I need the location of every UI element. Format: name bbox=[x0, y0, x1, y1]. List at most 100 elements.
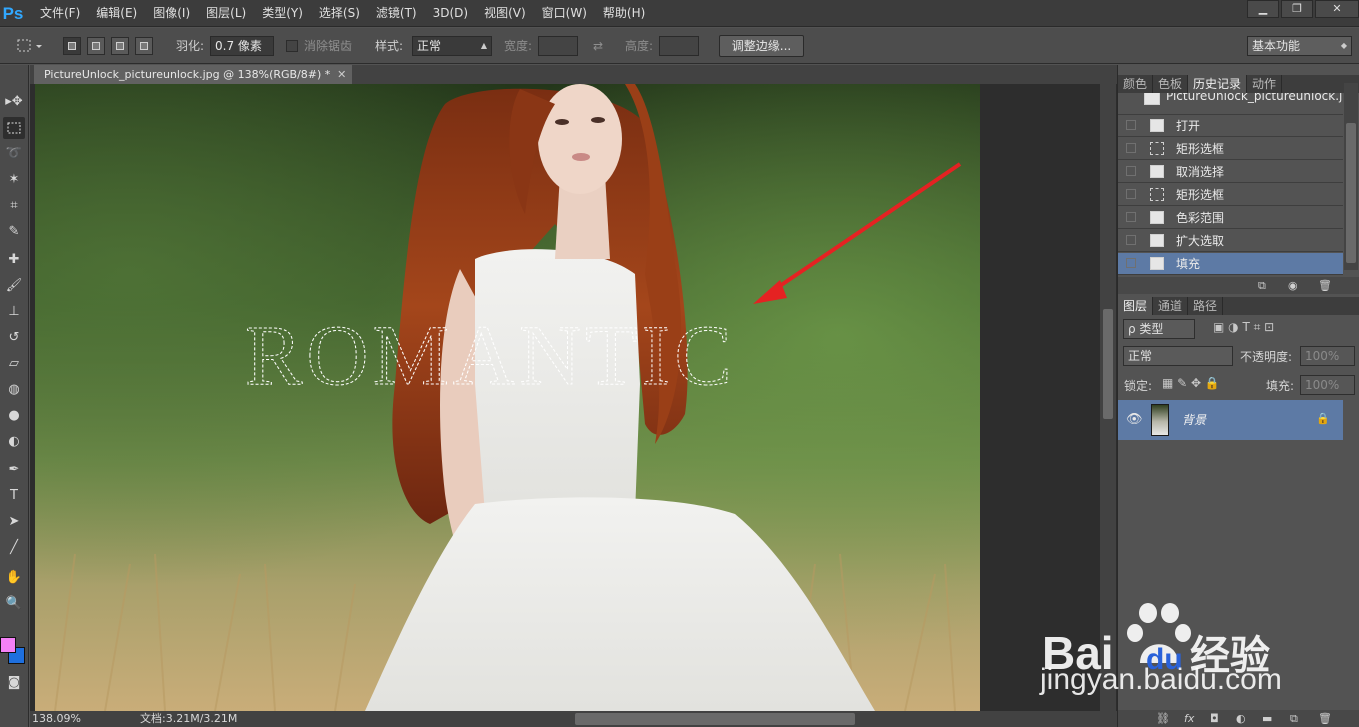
move-tool-icon[interactable]: ▸✥ bbox=[3, 91, 25, 113]
path-selection-tool-icon[interactable]: ➤ bbox=[3, 511, 25, 533]
clone-stamp-tool-icon[interactable]: ⊥ bbox=[3, 301, 25, 323]
history-brush-tool-icon[interactable]: ↺ bbox=[3, 327, 25, 349]
workspace-select[interactable]: 基本功能 ◆ bbox=[1247, 36, 1352, 56]
add-selection-icon[interactable] bbox=[87, 37, 105, 55]
menu-edit[interactable]: 编辑(E) bbox=[96, 0, 145, 27]
crop-tool-icon[interactable]: ⌗ bbox=[3, 195, 25, 217]
quick-mask-icon[interactable]: ◙ bbox=[3, 672, 25, 694]
tab-history[interactable]: 历史记录 bbox=[1188, 75, 1248, 93]
opacity-input[interactable]: 100% bbox=[1300, 346, 1355, 366]
eraser-tool-icon[interactable]: ▱ bbox=[3, 353, 25, 375]
history-item[interactable]: 扩大选取 bbox=[1118, 230, 1343, 252]
new-selection-icon[interactable] bbox=[63, 37, 81, 55]
menu-window[interactable]: 窗口(W) bbox=[542, 0, 595, 27]
layer-filter-select[interactable]: ρ 类型 bbox=[1123, 319, 1195, 339]
height-input[interactable] bbox=[659, 36, 699, 56]
lasso-tool-icon[interactable]: ➰ bbox=[3, 143, 25, 165]
camera-icon[interactable]: ◉ bbox=[1288, 279, 1298, 292]
history-checkbox[interactable] bbox=[1126, 120, 1136, 130]
tab-paths[interactable]: 路径 bbox=[1188, 297, 1224, 315]
subtract-selection-icon[interactable] bbox=[111, 37, 129, 55]
history-item[interactable]: 打开 bbox=[1118, 115, 1343, 137]
history-checkbox[interactable] bbox=[1126, 212, 1136, 222]
tab-actions[interactable]: 动作 bbox=[1247, 75, 1283, 93]
history-item[interactable]: 矩形选框 bbox=[1118, 138, 1343, 160]
layer-filter-icons[interactable]: ▣ ◑ T ⌗ ⊡ bbox=[1213, 320, 1274, 335]
menu-layer[interactable]: 图层(L) bbox=[206, 0, 254, 27]
menu-view[interactable]: 视图(V) bbox=[484, 0, 534, 27]
intersect-selection-icon[interactable] bbox=[135, 37, 153, 55]
menu-3d[interactable]: 3D(D) bbox=[433, 0, 476, 27]
dodge-tool-icon[interactable]: ◐ bbox=[3, 431, 25, 453]
new-document-from-state-icon[interactable]: ⧉ bbox=[1258, 279, 1266, 293]
refine-edge-button[interactable]: 调整边缘... bbox=[719, 35, 804, 57]
zoom-level[interactable]: 138.09% bbox=[32, 711, 82, 727]
history-checkbox[interactable] bbox=[1126, 166, 1136, 176]
menu-filter[interactable]: 滤镜(T) bbox=[376, 0, 425, 27]
workspace-value: 基本功能 bbox=[1252, 39, 1301, 53]
marquee-preset-icon[interactable] bbox=[8, 28, 48, 64]
line-tool-icon[interactable]: ╱ bbox=[3, 537, 25, 559]
menu-select[interactable]: 选择(S) bbox=[319, 0, 368, 27]
trash-icon[interactable]: 🗑 bbox=[1318, 279, 1332, 292]
close-button[interactable]: ✕ bbox=[1315, 0, 1359, 18]
lock-icons[interactable]: ▦ ✎ ✥ 🔒 bbox=[1162, 376, 1220, 390]
paint-bucket-tool-icon[interactable]: ◍ bbox=[3, 379, 25, 401]
eye-icon[interactable]: 👁 bbox=[1126, 412, 1143, 427]
tab-color[interactable]: 颜色 bbox=[1118, 75, 1154, 93]
magic-wand-tool-icon[interactable]: ✶ bbox=[3, 169, 25, 191]
folder-icon[interactable]: ▬ bbox=[1262, 712, 1272, 725]
history-checkbox[interactable] bbox=[1126, 258, 1136, 268]
history-item[interactable]: 色彩范围 bbox=[1118, 207, 1343, 229]
foreground-color-swatch[interactable] bbox=[0, 637, 16, 653]
type-tool-icon[interactable]: T bbox=[3, 485, 25, 507]
fx-icon[interactable]: fx bbox=[1184, 712, 1194, 725]
tab-channels[interactable]: 通道 bbox=[1153, 297, 1189, 315]
blur-tool-icon[interactable]: ● bbox=[3, 405, 25, 427]
eyedropper-tool-icon[interactable]: ✎ bbox=[3, 221, 25, 243]
fill-input[interactable]: 100% bbox=[1300, 375, 1355, 395]
tab-layers[interactable]: 图层 bbox=[1118, 297, 1154, 315]
menu-file[interactable]: 文件(F) bbox=[40, 0, 88, 27]
mask-icon[interactable]: ◘ bbox=[1210, 712, 1219, 725]
layer-name[interactable]: 背景 bbox=[1182, 400, 1206, 440]
healing-brush-tool-icon[interactable]: ✚ bbox=[3, 249, 25, 271]
layer-row-background[interactable]: 👁 背景 🔒 bbox=[1118, 400, 1343, 440]
adjustment-icon[interactable]: ◐ bbox=[1236, 712, 1246, 725]
scroll-thumb[interactable] bbox=[1103, 309, 1113, 419]
menu-image[interactable]: 图像(I) bbox=[153, 0, 198, 27]
blend-mode-select[interactable]: 正常 bbox=[1123, 346, 1233, 366]
close-icon[interactable]: ✕ bbox=[337, 65, 346, 84]
canvas-area[interactable]: ROMANTIC bbox=[30, 84, 1117, 711]
history-checkbox[interactable] bbox=[1126, 143, 1136, 153]
brush-tool-icon[interactable]: 🖌 bbox=[3, 275, 25, 297]
photo-canvas[interactable]: ROMANTIC bbox=[35, 84, 980, 711]
history-snapshot[interactable]: PictureUnlock_pictureunlock.jpg bbox=[1118, 93, 1343, 115]
pen-tool-icon[interactable]: ✒ bbox=[3, 459, 25, 481]
minimize-button[interactable]: ▁ bbox=[1247, 0, 1279, 18]
horizontal-scroll-thumb[interactable] bbox=[575, 713, 855, 725]
swap-icon[interactable]: ⇄ bbox=[593, 28, 603, 64]
hand-tool-icon[interactable]: ✋ bbox=[3, 567, 25, 589]
history-item[interactable]: 取消选择 bbox=[1118, 161, 1343, 183]
history-checkbox[interactable] bbox=[1126, 235, 1136, 245]
feather-input[interactable]: 0.7 像素 bbox=[210, 36, 274, 56]
scroll-thumb[interactable] bbox=[1346, 123, 1356, 263]
menu-help[interactable]: 帮助(H) bbox=[603, 0, 653, 27]
width-input[interactable] bbox=[538, 36, 578, 56]
menu-type[interactable]: 类型(Y) bbox=[262, 0, 311, 27]
antialias-checkbox[interactable] bbox=[286, 40, 298, 52]
trash-icon[interactable]: 🗑 bbox=[1318, 712, 1332, 725]
history-item-selected[interactable]: 填充 bbox=[1118, 253, 1343, 275]
document-tab[interactable]: PictureUnlock_pictureunlock.jpg @ 138%(R… bbox=[34, 65, 353, 84]
zoom-tool-icon[interactable]: 🔍 bbox=[3, 593, 25, 615]
history-checkbox[interactable] bbox=[1126, 189, 1136, 199]
restore-button[interactable]: ❐ bbox=[1281, 0, 1313, 18]
style-select[interactable]: 正常 ▲ bbox=[412, 36, 492, 56]
history-item[interactable]: 矩形选框 bbox=[1118, 184, 1343, 206]
tab-swatches[interactable]: 色板 bbox=[1153, 75, 1189, 93]
link-icon[interactable]: ⛓ bbox=[1156, 712, 1170, 725]
history-scrollbar[interactable] bbox=[1344, 83, 1358, 270]
rect-marquee-tool-icon[interactable] bbox=[3, 117, 25, 139]
new-layer-icon[interactable]: ⧉ bbox=[1290, 712, 1298, 726]
